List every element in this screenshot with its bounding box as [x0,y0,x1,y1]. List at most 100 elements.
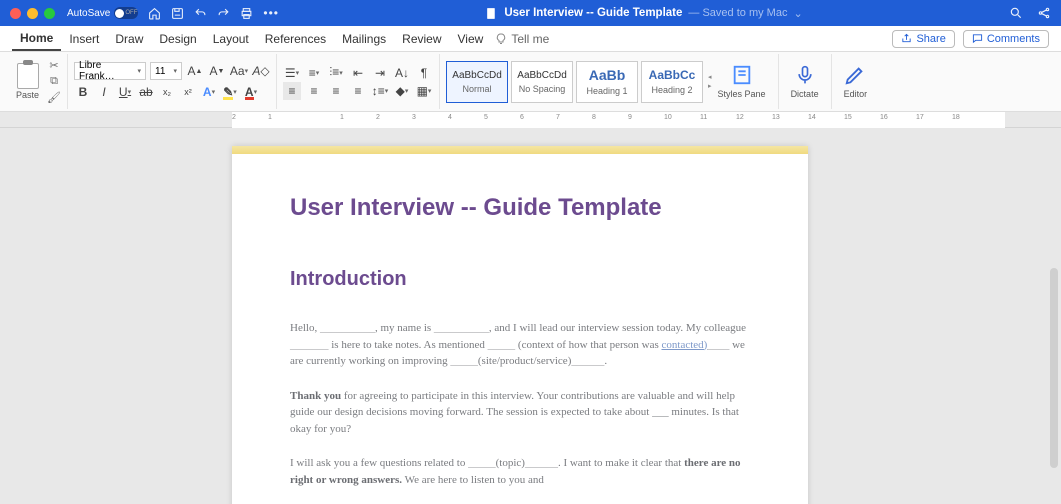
strikethrough-button[interactable]: ab [137,83,155,101]
contacted-link[interactable]: contacted) [662,339,708,351]
style-gallery: AaBbCcDd Normal AaBbCcDd No Spacing AaBb… [446,61,712,103]
document-name: User Interview -- Guide Template [504,7,682,19]
window-controls [10,8,55,19]
share-icon[interactable] [1037,6,1051,20]
close-window-icon[interactable] [10,8,21,19]
tab-view[interactable]: View [450,28,492,50]
sort-icon[interactable]: A↓ [393,64,411,82]
change-case-icon[interactable]: Aa▾ [230,62,248,80]
autosave-switch[interactable]: OFF [114,7,138,19]
save-icon[interactable] [171,7,184,20]
decrease-font-icon[interactable]: A▼ [208,62,226,80]
document-heading[interactable]: User Interview -- Guide Template [290,190,750,226]
justify-icon[interactable]: ≡ [349,82,367,100]
ribbon: Paste ✂ ⧉ 🖌 Libre Frank…▾ 11▾ A▲ A▼ Aa▾ … [0,52,1061,112]
vertical-scrollbar[interactable] [1050,268,1058,468]
tab-references[interactable]: References [257,28,334,50]
section-heading[interactable]: Introduction [290,264,750,294]
superscript-button[interactable]: x² [179,83,197,101]
page-content[interactable]: User Interview -- Guide Template Introdu… [232,154,808,504]
ruler-mark: 7 [556,114,560,121]
copy-icon[interactable]: ⧉ [47,75,61,89]
font-color-button[interactable]: A▾ [242,83,260,101]
borders-icon[interactable]: ▦▾ [415,82,433,100]
styles-group: AaBbCcDd Normal AaBbCcDd No Spacing AaBb… [440,54,779,109]
clipboard-group: Paste ✂ ⧉ 🖌 [6,54,68,109]
show-marks-icon[interactable]: ¶ [415,64,433,82]
highlight-button[interactable]: ✎▾ [221,83,239,101]
document-canvas[interactable]: User Interview -- Guide Template Introdu… [0,128,1061,504]
title-caret-icon[interactable]: ⌄ [793,7,802,20]
tab-design[interactable]: Design [151,28,204,50]
underline-button[interactable]: U▾ [116,83,134,101]
tell-me[interactable]: Tell me [495,32,549,46]
paragraph-1[interactable]: Hello, __________, my name is __________… [290,320,750,370]
subscript-button[interactable]: x₂ [158,83,176,101]
comment-bubble-icon [972,33,983,44]
paste-button[interactable]: Paste [12,63,43,100]
bold-button[interactable]: B [74,83,92,101]
style-heading1[interactable]: AaBb Heading 1 [576,61,638,103]
share-button[interactable]: Share [892,30,954,48]
autosave-label: AutoSave [67,8,110,19]
search-icon[interactable] [1009,6,1023,20]
clear-format-icon[interactable]: A◇ [252,62,270,80]
font-family-select[interactable]: Libre Frank…▾ [74,62,146,80]
increase-font-icon[interactable]: A▲ [186,62,204,80]
more-icon[interactable]: ••• [263,6,279,20]
tab-mailings[interactable]: Mailings [334,28,394,50]
style-normal[interactable]: AaBbCcDd Normal [446,61,508,103]
style-no-spacing[interactable]: AaBbCcDd No Spacing [511,61,573,103]
increase-indent-icon[interactable]: ⇥ [371,64,389,82]
style-heading2[interactable]: AaBbCc Heading 2 [641,61,703,103]
fullscreen-window-icon[interactable] [44,8,55,19]
paragraph-2[interactable]: Thank you for agreeing to participate in… [290,388,750,438]
align-right-icon[interactable]: ≡ [327,82,345,100]
bullet-list-icon[interactable]: ☰▾ [283,64,301,82]
home-icon[interactable] [148,7,161,20]
paragraph-3[interactable]: I will ask you a few questions related t… [290,455,750,488]
align-left-icon[interactable]: ≡ [283,82,301,100]
print-icon[interactable] [240,7,253,20]
ruler-mark: 8 [592,114,596,121]
tab-draw[interactable]: Draw [107,28,151,50]
font-group: Libre Frank…▾ 11▾ A▲ A▼ Aa▾ A◇ B I U▾ ab… [68,54,277,109]
styles-pane-icon [731,64,753,86]
redo-icon[interactable] [217,7,230,20]
tab-review[interactable]: Review [394,28,449,50]
undo-icon[interactable] [194,7,207,20]
ruler-mark: 18 [952,114,960,121]
comments-button[interactable]: Comments [963,30,1049,48]
minimize-window-icon[interactable] [27,8,38,19]
page: User Interview -- Guide Template Introdu… [232,146,808,504]
format-painter-icon[interactable]: 🖌 [47,91,61,105]
tab-layout[interactable]: Layout [205,28,257,50]
tab-home[interactable]: Home [12,27,61,51]
line-spacing-icon[interactable]: ↕≡▾ [371,82,389,100]
autosave-toggle[interactable]: AutoSave OFF [67,7,138,19]
multilevel-list-icon[interactable]: ⫶≡▾ [327,64,345,82]
number-list-icon[interactable]: ≡▾ [305,64,323,82]
tab-insert[interactable]: Insert [61,28,107,50]
italic-button[interactable]: I [95,83,113,101]
styles-pane-button[interactable]: Styles Pane [712,64,772,99]
microphone-icon [795,64,815,86]
font-size-select[interactable]: 11▾ [150,62,182,80]
dictate-button[interactable]: Dictate [785,64,825,99]
align-center-icon[interactable]: ≡ [305,82,323,100]
ruler[interactable]: 21123456789101112131415161718 [0,112,1061,128]
editor-group: Editor [832,54,880,109]
ribbon-tabs: Home Insert Draw Design Layout Reference… [0,26,1061,52]
document-title-area[interactable]: User Interview -- Guide Template — Saved… [279,7,1009,20]
cut-icon[interactable]: ✂ [47,59,61,73]
voice-group: Dictate [779,54,832,109]
ruler-mark: 2 [376,114,380,121]
titlebar-right [1009,6,1051,20]
save-status: — Saved to my Mac [688,7,787,19]
decrease-indent-icon[interactable]: ⇤ [349,64,367,82]
editor-button[interactable]: Editor [838,64,874,99]
page-accent-bar [232,146,808,154]
text-effects-button[interactable]: A▾ [200,83,218,101]
shading-icon[interactable]: ◆▾ [393,82,411,100]
ruler-mark: 3 [412,114,416,121]
